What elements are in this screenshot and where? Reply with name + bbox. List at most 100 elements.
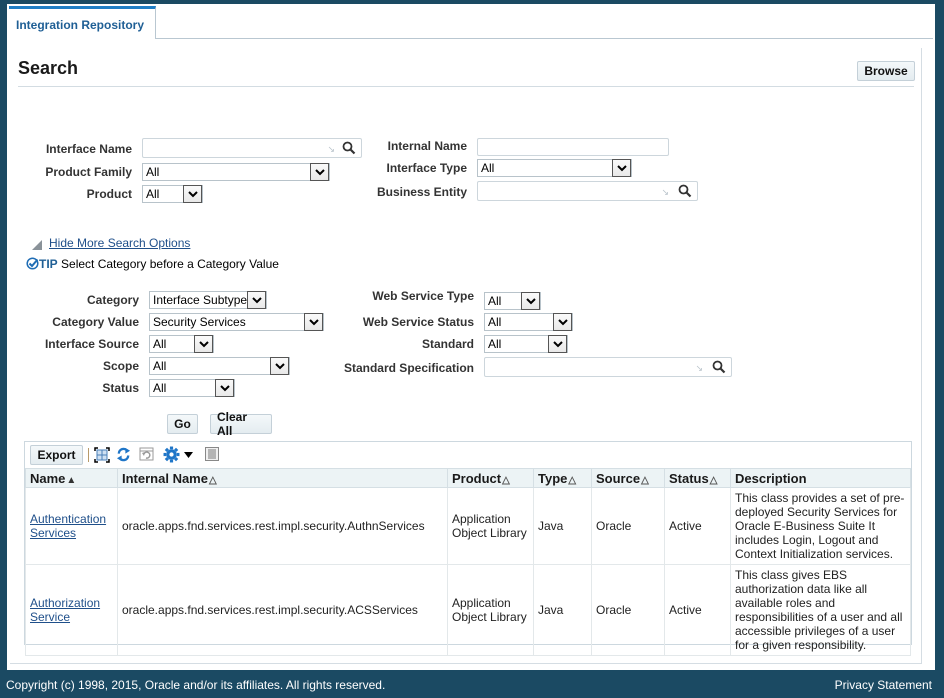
status-select[interactable]: All: [149, 379, 235, 397]
go-button[interactable]: Go: [167, 414, 198, 434]
standard-select[interactable]: All: [484, 335, 568, 353]
column-header-status[interactable]: Status△: [664, 468, 731, 488]
interface-name-input[interactable]: ↘: [142, 138, 362, 158]
chevron-down-icon[interactable]: [270, 357, 289, 375]
search-icon[interactable]: [342, 141, 356, 155]
chevron-down-icon[interactable]: [553, 313, 572, 331]
business-entity-input[interactable]: ↘: [477, 181, 698, 201]
interface-type-label: Interface Type: [386, 161, 467, 175]
source-cell: Oracle: [591, 564, 665, 656]
column-header-type[interactable]: Type△: [533, 468, 592, 488]
internal-name-cell: oracle.apps.fnd.services.rest.impl.secur…: [117, 487, 448, 565]
web-service-type-value: All: [488, 294, 502, 308]
table-row: Authentication Services oracle.apps.fnd.…: [25, 487, 911, 565]
search-icon[interactable]: [678, 184, 692, 198]
settings-icon[interactable]: [163, 446, 180, 463]
description-cell: This class gives EBS authorization data …: [730, 564, 911, 656]
standard-label: Standard: [421, 337, 474, 351]
page-title: Search: [18, 58, 79, 78]
interface-type-select[interactable]: All: [477, 159, 632, 177]
lov-arrow-icon: ↘: [695, 363, 703, 373]
web-service-status-select[interactable]: All: [484, 313, 573, 331]
caret-down-icon[interactable]: [184, 452, 193, 458]
chevron-down-icon[interactable]: [247, 291, 266, 309]
category-value-select[interactable]: Security Services: [149, 313, 324, 331]
category-select[interactable]: Interface Subtype: [149, 291, 267, 309]
tab-divider: [156, 38, 933, 39]
privacy-statement-link[interactable]: Privacy Statement: [835, 678, 932, 692]
product-select[interactable]: All: [142, 185, 203, 203]
sort-icon[interactable]: △: [502, 475, 510, 486]
type-cell: Java: [533, 564, 592, 656]
sort-icon[interactable]: △: [710, 475, 718, 486]
scope-value: All: [153, 359, 167, 373]
collapse-triangle-icon[interactable]: [32, 240, 42, 250]
status-cell: Active: [664, 487, 731, 565]
tab-integration-repository[interactable]: Integration Repository: [9, 6, 156, 39]
results-table: Name▲ Internal Name△ Product△ Type△ Sour…: [25, 468, 911, 656]
product-label: Product: [86, 187, 132, 201]
interface-source-select[interactable]: All: [149, 335, 214, 353]
column-header-description: Description: [730, 468, 911, 488]
hide-more-options-link[interactable]: Hide More Search Options: [49, 236, 190, 250]
table-row: Authorization Service oracle.apps.fnd.se…: [25, 564, 911, 656]
tip-message: TIP Select Category before a Category Va…: [26, 257, 279, 271]
check-circle-icon: [26, 257, 39, 270]
standard-value: All: [488, 337, 502, 351]
freeze-icon[interactable]: [139, 447, 155, 462]
title-divider: [18, 86, 914, 87]
column-header-source[interactable]: Source△: [591, 468, 665, 488]
sort-icon[interactable]: △: [568, 475, 576, 486]
scope-select[interactable]: All: [149, 357, 290, 375]
search-icon[interactable]: [712, 360, 726, 374]
lov-arrow-icon: ↘: [327, 144, 335, 154]
description-cell: This class provides a set of pre-deploye…: [730, 487, 911, 565]
standard-specification-input[interactable]: ↘: [484, 357, 732, 377]
category-value-value: Security Services: [153, 315, 246, 329]
product-family-label: Product Family: [45, 165, 132, 179]
sort-icon[interactable]: △: [641, 475, 649, 486]
category-label: Category: [86, 293, 139, 307]
business-entity-label: Business Entity: [376, 185, 467, 199]
chevron-down-icon[interactable]: [548, 335, 567, 353]
footer: Copyright (c) 1998, 2015, Oracle and/or …: [0, 670, 944, 698]
interface-source-value: All: [153, 337, 167, 351]
sort-ascending-icon[interactable]: ▲: [66, 475, 76, 486]
category-value: Interface Subtype: [153, 293, 248, 307]
refresh-icon[interactable]: [116, 447, 131, 462]
results-toolbar: Export: [25, 442, 911, 468]
export-button[interactable]: Export: [30, 445, 83, 465]
source-cell: Oracle: [591, 487, 665, 565]
standard-specification-label: Standard Specification: [343, 361, 474, 375]
columns-icon[interactable]: [205, 447, 219, 462]
chevron-down-icon[interactable]: [215, 379, 234, 397]
column-header-name[interactable]: Name▲: [25, 468, 118, 488]
interface-name-link[interactable]: Authorization Service: [30, 596, 100, 624]
chevron-down-icon[interactable]: [183, 185, 202, 203]
status-label: Status: [102, 381, 139, 395]
interface-name-link[interactable]: Authentication Services: [30, 512, 106, 540]
sort-icon[interactable]: △: [209, 475, 217, 486]
column-header-internal-name[interactable]: Internal Name△: [117, 468, 448, 488]
results-table-panel: Export Name▲ Internal Name△ Product△ Typ…: [24, 441, 912, 656]
lov-arrow-icon: ↘: [661, 187, 669, 197]
copyright-text: Copyright (c) 1998, 2015, Oracle and/or …: [6, 678, 386, 692]
web-service-type-label: Web Service Type: [372, 289, 474, 303]
toolbar-separator: [88, 448, 89, 462]
chevron-down-icon[interactable]: [521, 292, 540, 310]
column-header-product[interactable]: Product△: [447, 468, 534, 488]
chevron-down-icon[interactable]: [194, 335, 213, 353]
interface-name-label: Interface Name: [45, 142, 132, 156]
chevron-down-icon[interactable]: [310, 163, 329, 181]
detach-icon[interactable]: [94, 447, 110, 463]
interface-source-label: Interface Source: [44, 337, 139, 351]
chevron-down-icon[interactable]: [612, 159, 631, 177]
web-service-type-select[interactable]: All: [484, 292, 541, 310]
chevron-down-icon[interactable]: [304, 313, 323, 331]
table-header-row: Name▲ Internal Name△ Product△ Type△ Sour…: [25, 468, 911, 488]
internal-name-input[interactable]: [477, 138, 669, 156]
product-cell: Application Object Library: [447, 564, 534, 656]
browse-button[interactable]: Browse: [857, 61, 915, 81]
clear-all-button[interactable]: Clear All: [210, 410, 272, 438]
product-family-select[interactable]: All: [142, 163, 330, 181]
